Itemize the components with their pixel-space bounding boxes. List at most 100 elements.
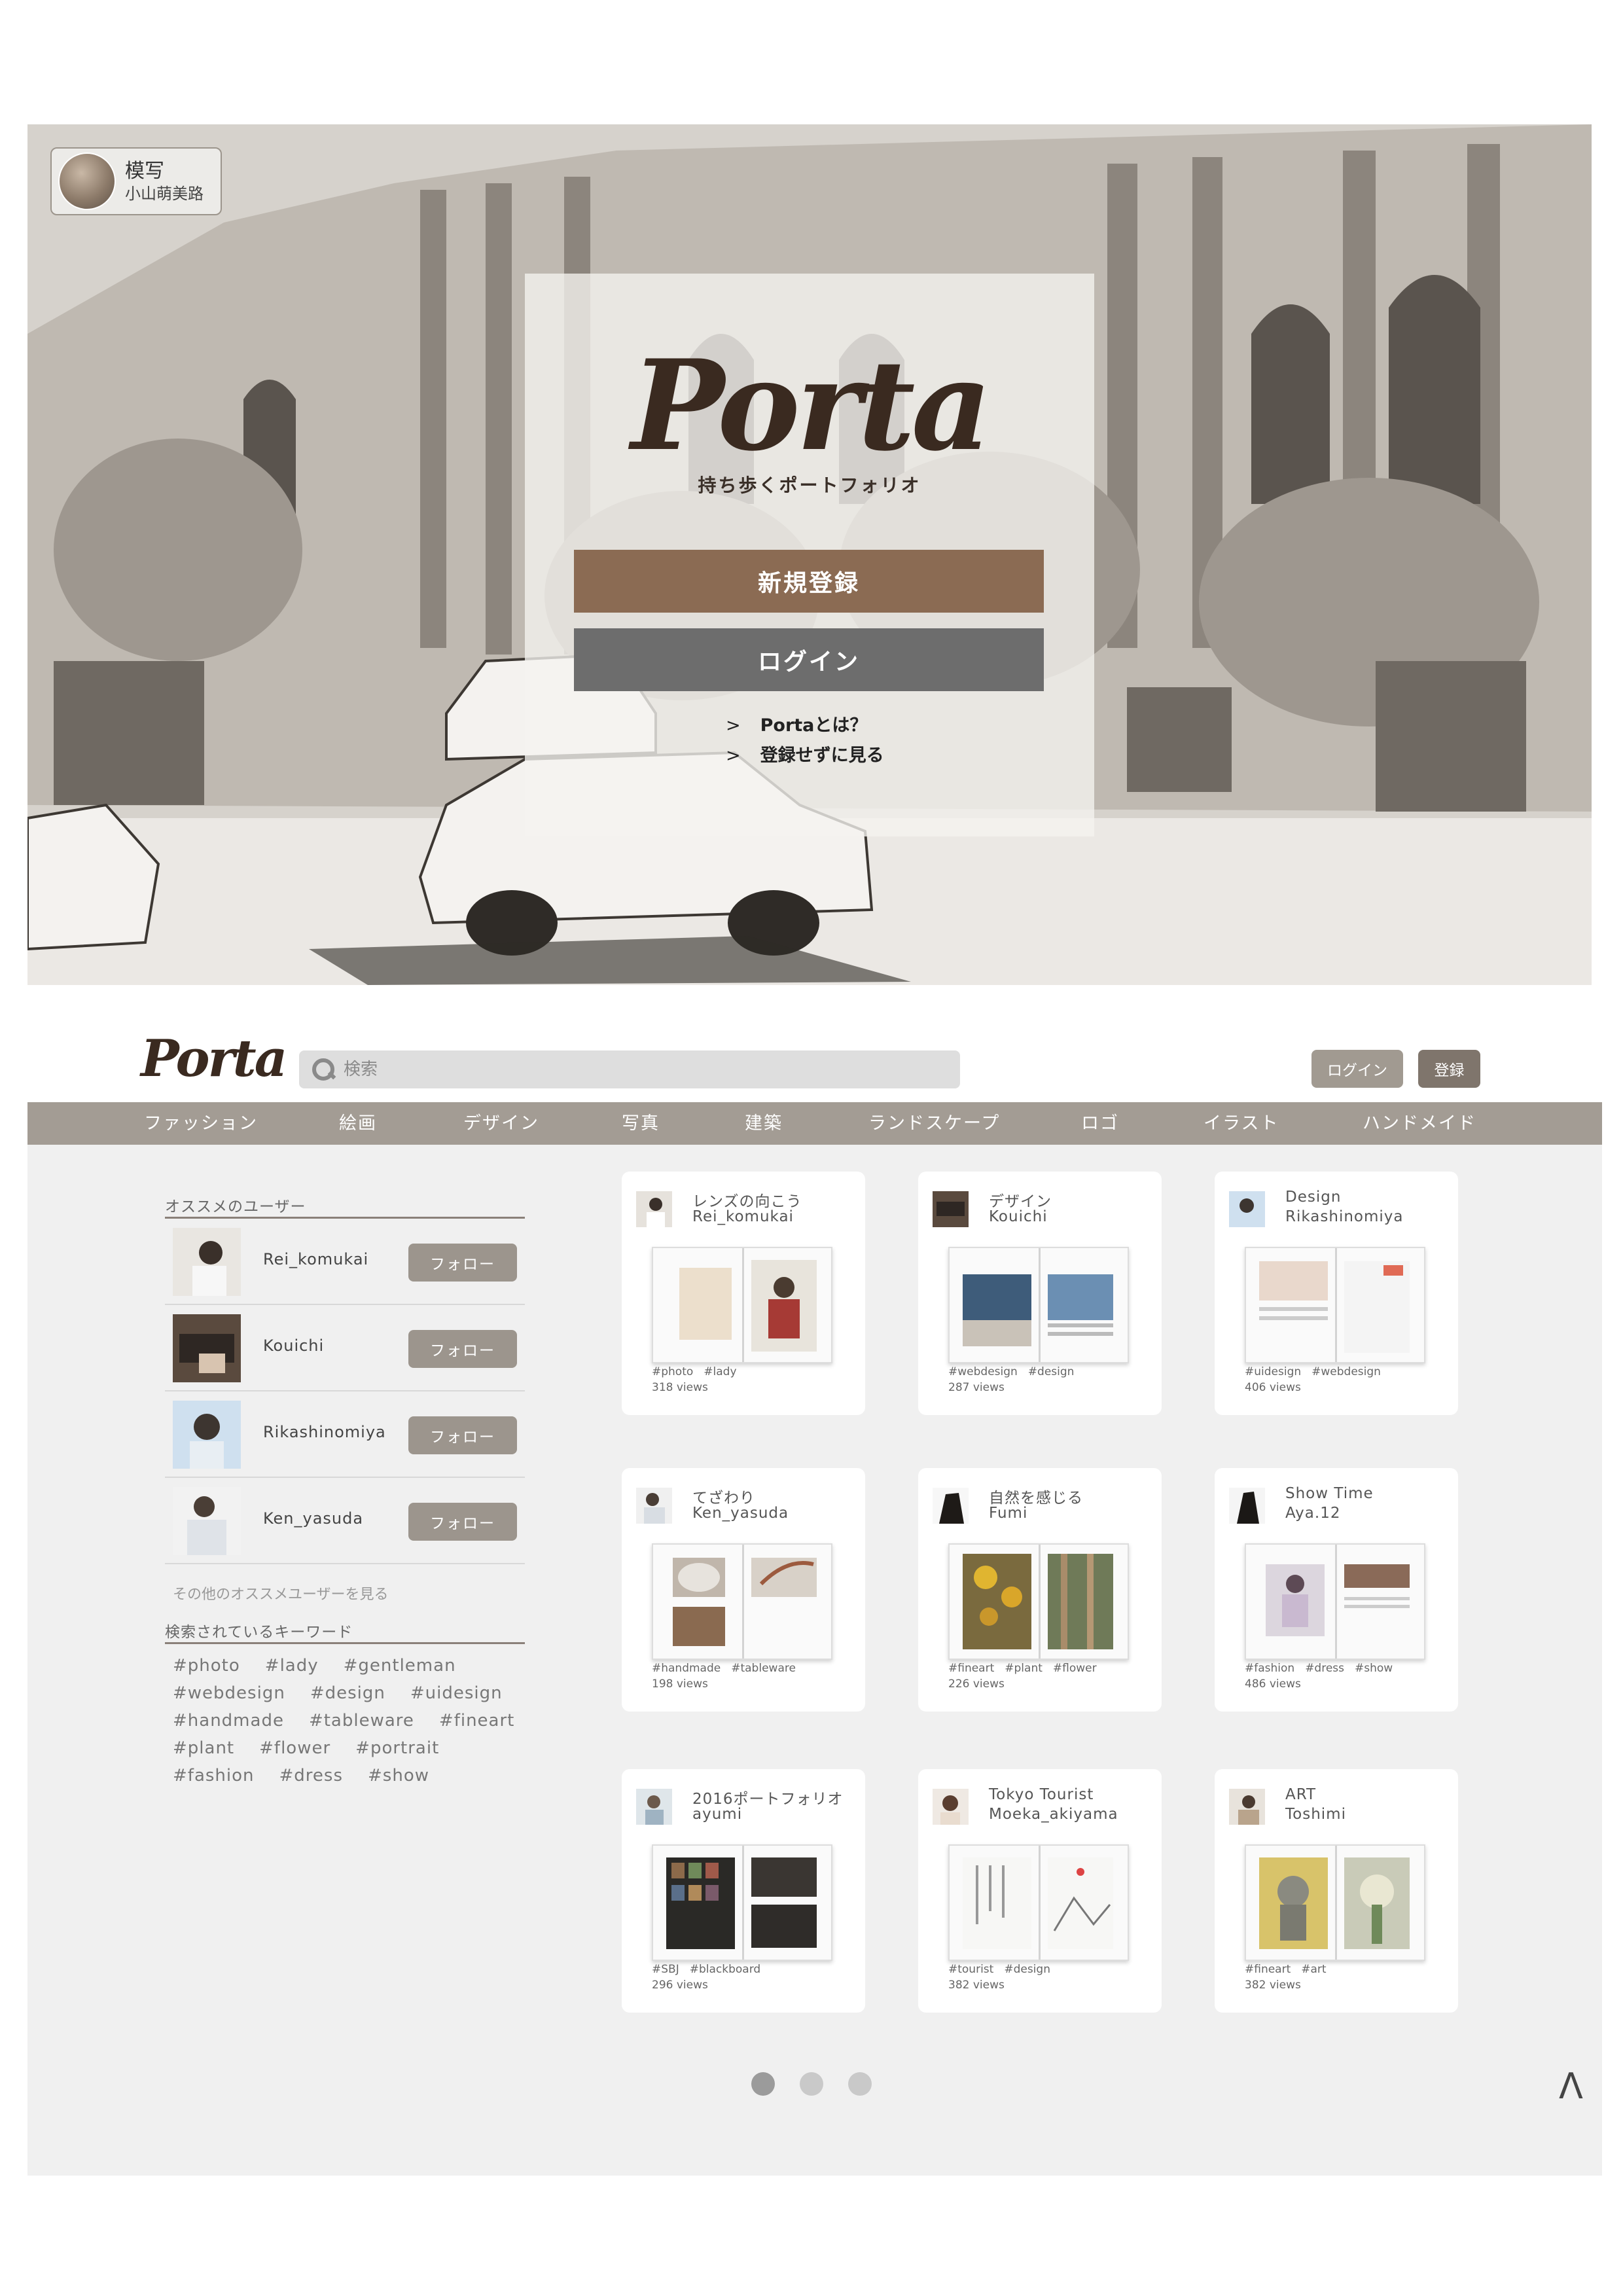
about-porta-link[interactable]: > Portaとは？ xyxy=(726,711,867,736)
card-title: 自然を感じる xyxy=(989,1490,1083,1507)
tag[interactable]: #handmade xyxy=(652,1662,721,1675)
keyword-tag[interactable]: #handmade xyxy=(173,1711,284,1731)
tag[interactable]: #dress xyxy=(1305,1662,1344,1675)
tag[interactable]: #fineart xyxy=(1245,1963,1291,1976)
keyword-tag[interactable]: #webdesign xyxy=(173,1683,285,1703)
portfolio-card[interactable]: てざわり Ken_yasuda #handmade #tableware 198 … xyxy=(622,1468,865,1712)
search-input[interactable] xyxy=(344,1060,933,1079)
category-handmade[interactable]: ハンドメイド xyxy=(1363,1102,1476,1145)
keyword-tag[interactable]: #uidesign xyxy=(410,1683,503,1703)
category-illustration[interactable]: イラスト xyxy=(1204,1102,1279,1145)
tag[interactable]: #plant xyxy=(1005,1662,1043,1675)
keyword-tag[interactable]: #fashion xyxy=(173,1766,255,1785)
card-views: 198 views xyxy=(652,1677,708,1691)
more-recommended-users-link[interactable]: その他のオススメユーザーを見る xyxy=(173,1583,389,1604)
user-avatar xyxy=(933,1191,969,1227)
keyword-tag[interactable]: #tableware xyxy=(309,1711,414,1731)
card-tags: #photo #lady xyxy=(652,1365,747,1378)
card-title: てざわり xyxy=(692,1490,755,1507)
user-name[interactable]: Ken_yasuda xyxy=(263,1509,363,1528)
portfolio-card[interactable]: デザイン Kouichi #webdesign #design 287 views xyxy=(918,1172,1162,1415)
user-name[interactable]: Kouichi xyxy=(263,1336,324,1355)
card-user: Rikashinomiya xyxy=(1285,1208,1404,1225)
keyword-tag[interactable]: #flower xyxy=(259,1738,330,1758)
follow-button[interactable]: フォロー xyxy=(408,1416,517,1454)
keyword-line: #fashion #dress #show xyxy=(173,1766,454,1785)
category-logo[interactable]: ロゴ xyxy=(1081,1102,1119,1145)
register-button[interactable]: 新規登録 xyxy=(574,550,1044,613)
tag[interactable]: #lady xyxy=(704,1365,736,1378)
follow-button[interactable]: フォロー xyxy=(408,1244,517,1282)
portfolio-card[interactable]: Tokyo Tourist Moeka_akiyama #tourist #des… xyxy=(918,1769,1162,2013)
header-login-button[interactable]: ログイン xyxy=(1311,1050,1403,1088)
keyword-tag[interactable]: #lady xyxy=(265,1656,319,1676)
user-name[interactable]: Rikashinomiya xyxy=(263,1423,386,1441)
category-design[interactable]: デザイン xyxy=(463,1102,539,1145)
pagination-dot[interactable] xyxy=(800,2072,823,2096)
tag[interactable]: #show xyxy=(1355,1662,1393,1675)
credit-author: 小山萌美路 xyxy=(125,184,204,203)
tag[interactable]: #blackboard xyxy=(690,1963,760,1976)
keyword-tag[interactable]: #fineart xyxy=(439,1711,514,1731)
card-views: 486 views xyxy=(1245,1677,1301,1691)
browse-without-register-link[interactable]: > 登録せずに見る xyxy=(726,741,884,766)
follow-button[interactable]: フォロー xyxy=(408,1330,517,1368)
tag[interactable]: #fashion xyxy=(1245,1662,1294,1675)
tag[interactable]: #SBJ xyxy=(652,1963,679,1976)
keyword-tag[interactable]: #plant xyxy=(173,1738,234,1758)
tag[interactable]: #uidesign xyxy=(1245,1365,1301,1378)
portfolio-card[interactable]: 自然を感じる Fumi #fineart #plant #flower 226 vi… xyxy=(918,1468,1162,1712)
keyword-tag[interactable]: #show xyxy=(368,1766,429,1785)
header-logo[interactable]: Porta xyxy=(141,1029,287,1088)
card-views: 287 views xyxy=(948,1381,1005,1394)
search-bar[interactable] xyxy=(299,1050,960,1088)
user-avatar xyxy=(1229,1191,1265,1227)
category-painting[interactable]: 絵画 xyxy=(339,1102,377,1145)
category-fashion[interactable]: ファッション xyxy=(144,1102,258,1145)
tag[interactable]: #tourist xyxy=(948,1963,993,1976)
user-name[interactable]: Rei_komukai xyxy=(263,1250,368,1268)
portfolio-card[interactable]: Show Time Aya.12 #fashion #dress #show 486… xyxy=(1215,1468,1458,1712)
keyword-tag[interactable]: #dress xyxy=(279,1766,344,1785)
keyword-line: #plant #flower #portrait xyxy=(173,1738,464,1758)
category-landscape[interactable]: ランドスケープ xyxy=(868,1102,1000,1145)
user-avatar[interactable] xyxy=(173,1314,241,1382)
card-user: Rei_komukai xyxy=(692,1208,794,1225)
recommended-user-row: Kouichi フォロー xyxy=(165,1305,525,1391)
arrow-icon: > xyxy=(726,745,741,766)
portfolio-preview xyxy=(1245,1543,1425,1660)
portfolio-card[interactable]: Design Rikashinomiya #uidesign #webdesign… xyxy=(1215,1172,1458,1415)
pagination-dot[interactable] xyxy=(848,2072,872,2096)
user-avatar xyxy=(636,1488,672,1524)
card-title: Design xyxy=(1285,1189,1342,1206)
portfolio-card[interactable]: ART Toshimi #fineart #art 382 views xyxy=(1215,1769,1458,2013)
category-photo[interactable]: 写真 xyxy=(622,1102,660,1145)
keyword-tag[interactable]: #design xyxy=(310,1683,385,1703)
tag[interactable]: #design xyxy=(1004,1963,1050,1976)
card-title: レンズの向こう xyxy=(692,1193,802,1210)
portfolio-card[interactable]: 2016ポートフォリオ ayumi #SBJ #blackboard 296 vi… xyxy=(622,1769,865,2013)
login-button[interactable]: ログイン xyxy=(574,628,1044,691)
header-register-button[interactable]: 登録 xyxy=(1418,1050,1480,1088)
user-avatar[interactable] xyxy=(173,1228,241,1296)
tag[interactable]: #flower xyxy=(1053,1662,1097,1675)
tag[interactable]: #fineart xyxy=(948,1662,994,1675)
keyword-tag[interactable]: #gentleman xyxy=(344,1656,456,1676)
pagination-dot-current[interactable] xyxy=(751,2072,775,2096)
keyword-tag[interactable]: #portrait xyxy=(355,1738,439,1758)
tag[interactable]: #webdesign xyxy=(948,1365,1018,1378)
category-architecture[interactable]: 建築 xyxy=(745,1102,783,1145)
tag[interactable]: #webdesign xyxy=(1311,1365,1381,1378)
back-to-top-icon[interactable]: Λ xyxy=(1559,2066,1583,2107)
follow-button[interactable]: フォロー xyxy=(408,1503,517,1541)
card-views: 382 views xyxy=(1245,1979,1301,1992)
user-avatar xyxy=(1229,1488,1265,1524)
tag[interactable]: #photo xyxy=(652,1365,693,1378)
portfolio-card[interactable]: レンズの向こう Rei_komukai #photo #lady 318 view… xyxy=(622,1172,865,1415)
tag[interactable]: #design xyxy=(1028,1365,1075,1378)
keyword-tag[interactable]: #photo xyxy=(173,1656,240,1676)
user-avatar[interactable] xyxy=(173,1487,241,1555)
tag[interactable]: #tableware xyxy=(731,1662,796,1675)
tag[interactable]: #art xyxy=(1301,1963,1326,1976)
user-avatar[interactable] xyxy=(173,1401,241,1469)
